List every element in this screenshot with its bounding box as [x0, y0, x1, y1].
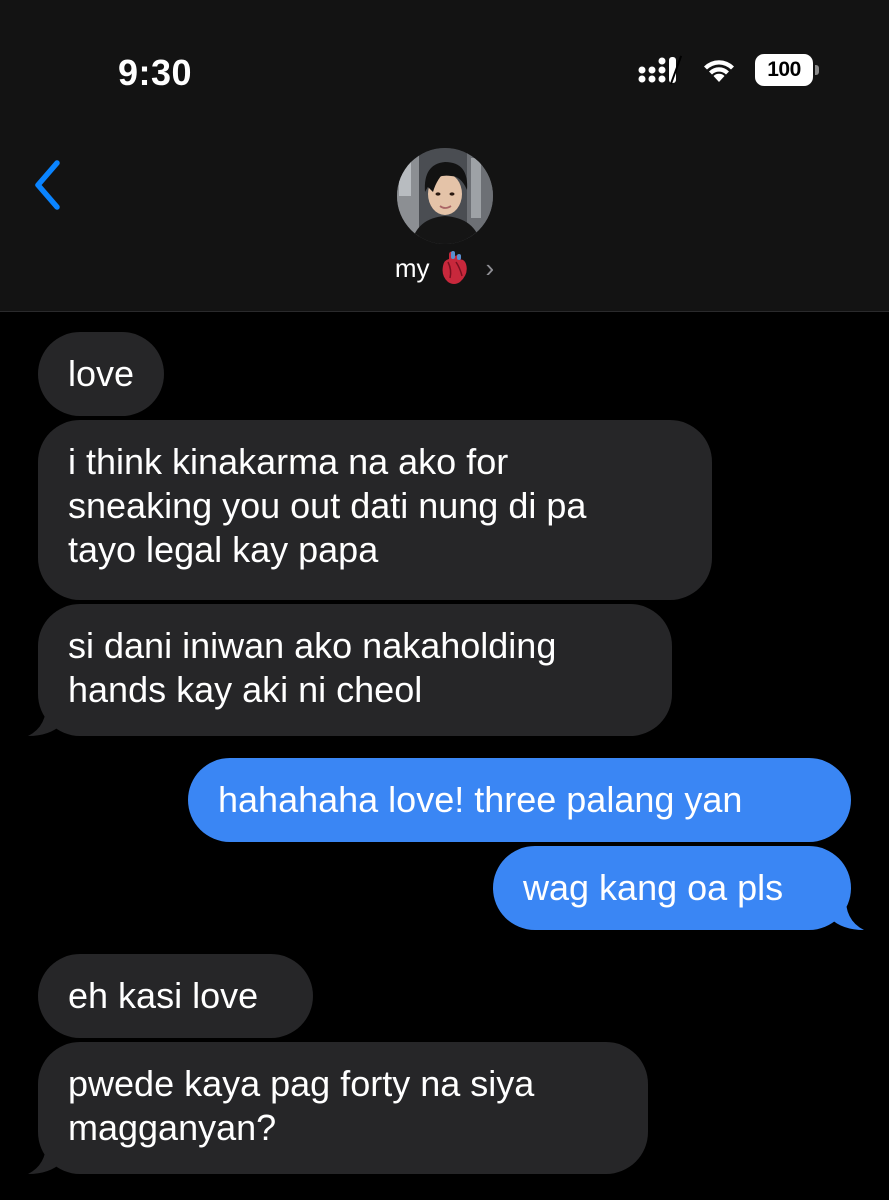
message-line: tayo legal kay papa: [68, 529, 379, 570]
message-line: magganyan?: [68, 1107, 277, 1148]
bubble-tail-outgoing: [830, 894, 864, 930]
message-line: pwede kaya pag forty na siya: [68, 1063, 535, 1104]
chevron-right-icon: ›: [485, 252, 495, 283]
anatomical-heart-icon: [442, 251, 467, 284]
status-icons: 100: [637, 54, 819, 86]
message-line: hands kay aki ni cheol: [68, 669, 423, 710]
conversation-header: 9:30 100 my ›: [0, 0, 889, 312]
bubble-tail-incoming: [28, 1138, 62, 1174]
message-line: i think kinakarma na ako for: [68, 441, 509, 482]
avatar-photo: [397, 148, 493, 244]
battery-tip: [815, 65, 819, 75]
message-bubble-incoming[interactable]: love: [38, 332, 165, 416]
message-bubble-incoming[interactable]: pwede kaya pag forty na siya magganyan?: [38, 1042, 648, 1174]
wifi-icon: [704, 60, 734, 82]
chevron-left-icon: [35, 160, 60, 210]
message-bubble-incoming[interactable]: eh kasi love: [38, 954, 313, 1038]
message-bubble-outgoing[interactable]: hahahaha love! three palang yan: [188, 758, 851, 842]
message-bubble-incoming[interactable]: i think kinakarma na ako for sneaking yo…: [38, 420, 712, 600]
message-line: eh kasi love: [68, 975, 259, 1016]
message-line: hahahaha love! three palang yan: [218, 779, 743, 820]
status-time: 9:30: [118, 52, 193, 93]
message-bubble-outgoing[interactable]: wag kang oa pls: [493, 846, 851, 930]
message-line: love: [68, 353, 135, 394]
contact-avatar[interactable]: [397, 148, 493, 244]
message-line: si dani iniwan ako nakaholding: [68, 625, 557, 666]
contact-name: my: [394, 252, 430, 283]
battery-icon: 100: [755, 54, 819, 86]
bubble-tail-incoming: [28, 700, 62, 736]
message-line: sneaking you out dati nung di pa: [68, 485, 587, 526]
back-button[interactable]: [22, 155, 72, 215]
message-line: wag kang oa pls: [523, 867, 784, 908]
battery-level: 100: [767, 58, 801, 81]
cellular-signal-icon: [638, 55, 683, 85]
contact-details-button[interactable]: my ›: [0, 250, 889, 286]
message-bubble-incoming[interactable]: si dani iniwan ako nakaholding hands kay…: [38, 604, 672, 736]
